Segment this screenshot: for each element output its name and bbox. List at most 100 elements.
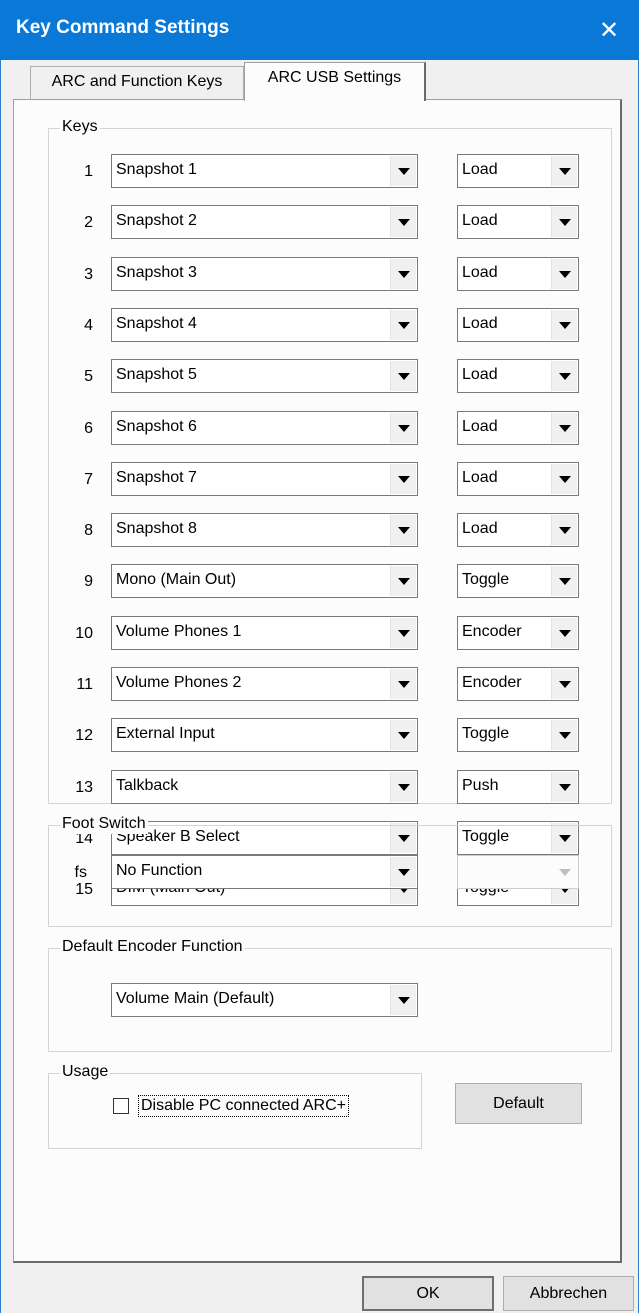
key-function-select[interactable]: Snapshot 1: [111, 154, 418, 188]
chevron-down-icon[interactable]: [390, 618, 416, 648]
foot-switch-function-select[interactable]: No Function: [111, 855, 418, 889]
chevron-down-icon[interactable]: [390, 669, 416, 699]
key-function-select[interactable]: External Input: [111, 718, 418, 752]
close-icon[interactable]: ✕: [579, 0, 639, 60]
usage-legend: Usage: [60, 1062, 111, 1082]
title-bar: Key Command Settings ✕: [0, 0, 639, 60]
key-function-select[interactable]: Volume Phones 2: [111, 667, 418, 701]
key-row-number: 1: [84, 163, 93, 180]
chevron-down-icon[interactable]: [551, 515, 577, 545]
chevron-down-icon[interactable]: [551, 669, 577, 699]
key-function-select[interactable]: Talkback: [111, 770, 418, 804]
foot-switch-label: fs: [74, 864, 87, 881]
key-mode-value: Load: [462, 161, 498, 178]
chevron-down-icon[interactable]: [551, 156, 577, 186]
key-mode-value: Load: [462, 418, 498, 435]
chevron-down-icon[interactable]: [390, 985, 416, 1015]
key-row-number: 13: [75, 779, 93, 796]
key-mode-select[interactable]: Load: [457, 462, 579, 496]
key-function-value: Snapshot 8: [116, 520, 197, 537]
key-mode-value: Toggle: [462, 725, 510, 742]
key-function-value: Mono (Main Out): [116, 571, 237, 588]
chevron-down-icon[interactable]: [390, 156, 416, 186]
key-function-select[interactable]: Snapshot 6: [111, 411, 418, 445]
key-function-select[interactable]: Snapshot 3: [111, 257, 418, 291]
ok-button[interactable]: OK: [362, 1276, 494, 1311]
chevron-down-icon[interactable]: [551, 772, 577, 802]
chevron-down-icon[interactable]: [551, 361, 577, 391]
tab-arc-and-function-keys[interactable]: ARC and Function Keys: [30, 66, 244, 100]
disable-pc-arc-label[interactable]: Disable PC connected ARC+: [138, 1095, 349, 1117]
key-mode-value: Encoder: [462, 623, 522, 640]
chevron-down-icon[interactable]: [551, 259, 577, 289]
key-row-number: 12: [75, 727, 93, 744]
chevron-down-icon[interactable]: [551, 566, 577, 596]
foot-switch-function-value: No Function: [116, 862, 203, 879]
key-function-value: External Input: [116, 725, 215, 742]
default-button[interactable]: Default: [455, 1083, 582, 1124]
key-mode-value: Load: [462, 315, 498, 332]
tab-panel: Keys 1 Snapshot 1 Load 2 Snapshot 2 Load 3 Snap…: [13, 99, 622, 1263]
window-left-border: [0, 60, 1, 1313]
chevron-down-icon[interactable]: [390, 413, 416, 443]
chevron-down-icon[interactable]: [390, 361, 416, 391]
key-function-select[interactable]: Snapshot 2: [111, 205, 418, 239]
key-function-value: Volume Phones 2: [116, 674, 242, 691]
chevron-down-icon[interactable]: [390, 464, 416, 494]
key-function-select[interactable]: Snapshot 5: [111, 359, 418, 393]
tab-arc-usb-settings[interactable]: ARC USB Settings: [244, 62, 426, 101]
key-mode-select[interactable]: Load: [457, 154, 579, 188]
key-row-number: 3: [84, 266, 93, 283]
chevron-down-icon[interactable]: [551, 310, 577, 340]
key-function-value: Snapshot 6: [116, 418, 197, 435]
chevron-down-icon[interactable]: [551, 618, 577, 648]
chevron-down-icon[interactable]: [390, 857, 416, 887]
chevron-down-icon[interactable]: [551, 464, 577, 494]
chevron-down-icon[interactable]: [390, 259, 416, 289]
key-mode-select[interactable]: Load: [457, 411, 579, 445]
chevron-down-icon[interactable]: [390, 310, 416, 340]
key-function-select[interactable]: Volume Phones 1: [111, 616, 418, 650]
key-function-value: Snapshot 2: [116, 212, 197, 229]
key-function-value: Volume Phones 1: [116, 623, 242, 640]
chevron-down-icon[interactable]: [390, 720, 416, 750]
key-mode-select[interactable]: Encoder: [457, 616, 579, 650]
key-function-value: Snapshot 4: [116, 315, 197, 332]
chevron-down-icon[interactable]: [390, 566, 416, 596]
key-mode-select[interactable]: Push: [457, 770, 579, 804]
cancel-button[interactable]: Abbrechen: [503, 1276, 634, 1311]
key-row-number: 4: [84, 317, 93, 334]
key-mode-value: Load: [462, 520, 498, 537]
key-mode-select[interactable]: Encoder: [457, 667, 579, 701]
key-mode-select[interactable]: Toggle: [457, 564, 579, 598]
keys-group: Keys 1 Snapshot 1 Load 2 Snapshot 2 Load 3 Snap…: [48, 117, 612, 906]
chevron-down-icon[interactable]: [551, 720, 577, 750]
default-encoder-group: Default Encoder Function Volume Main (De…: [48, 937, 612, 1052]
default-encoder-value: Volume Main (Default): [116, 990, 275, 1007]
chevron-down-icon[interactable]: [390, 772, 416, 802]
key-row-number: 10: [75, 625, 93, 642]
key-mode-select[interactable]: Load: [457, 257, 579, 291]
foot-switch-group: Foot Switch fs No Function: [48, 814, 612, 927]
key-command-settings-window: Key Command Settings ✕ ARC and Function …: [0, 0, 639, 1313]
key-mode-select[interactable]: Load: [457, 308, 579, 342]
chevron-down-icon[interactable]: [390, 515, 416, 545]
key-function-select[interactable]: Snapshot 7: [111, 462, 418, 496]
chevron-down-icon[interactable]: [551, 207, 577, 237]
key-mode-select[interactable]: Load: [457, 205, 579, 239]
key-function-value: Talkback: [116, 777, 179, 794]
key-mode-select[interactable]: Load: [457, 359, 579, 393]
default-encoder-select[interactable]: Volume Main (Default): [111, 983, 418, 1017]
key-function-select[interactable]: Snapshot 8: [111, 513, 418, 547]
key-mode-select[interactable]: Toggle: [457, 718, 579, 752]
keys-group-legend: Keys: [60, 117, 100, 137]
key-function-select[interactable]: Snapshot 4: [111, 308, 418, 342]
key-mode-select[interactable]: Load: [457, 513, 579, 547]
key-function-value: Snapshot 7: [116, 469, 197, 486]
chevron-down-icon[interactable]: [390, 207, 416, 237]
chevron-down-icon[interactable]: [551, 413, 577, 443]
disable-pc-arc-checkbox[interactable]: [113, 1098, 129, 1114]
foot-switch-mode-select: [457, 855, 579, 889]
key-function-select[interactable]: Mono (Main Out): [111, 564, 418, 598]
key-row-number: 11: [76, 676, 93, 693]
